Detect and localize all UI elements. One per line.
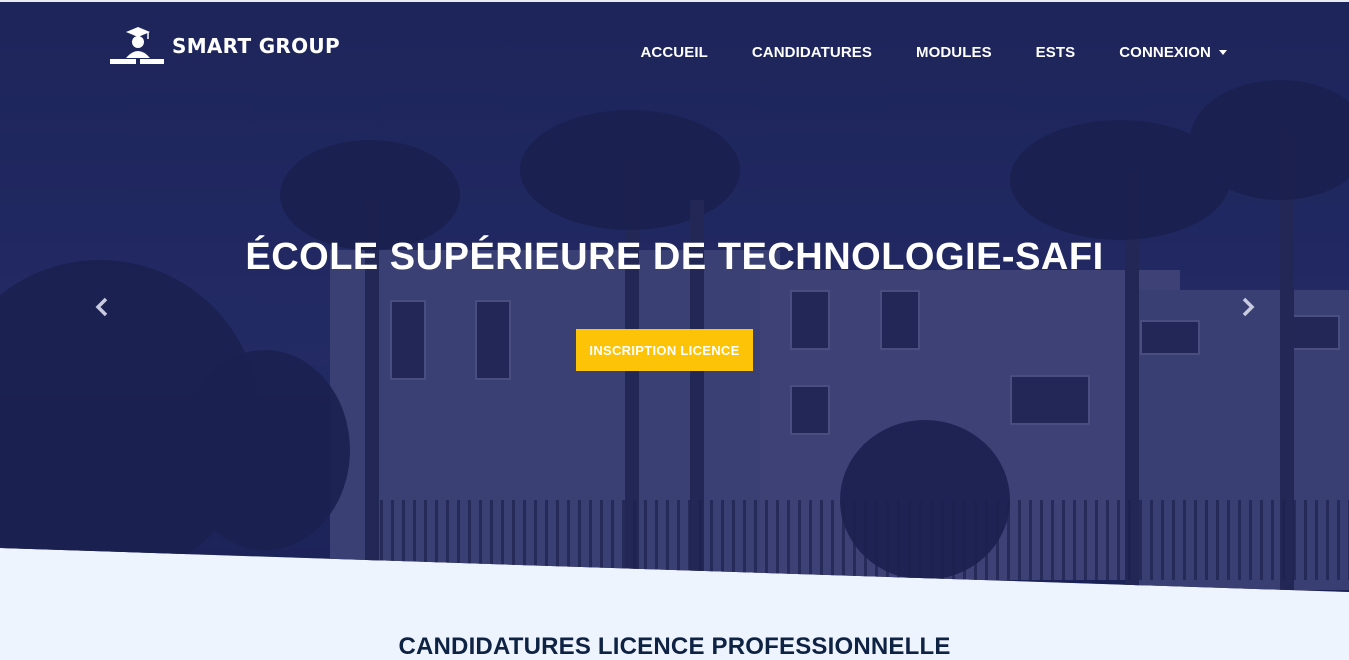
carousel-next-button[interactable] xyxy=(1238,296,1258,318)
inscription-licence-button[interactable]: INSCRIPTION LICENCE xyxy=(576,329,753,371)
chevron-right-icon xyxy=(1242,297,1255,317)
graduate-logo-icon xyxy=(108,26,166,66)
nav-item-modules[interactable]: MODULES xyxy=(916,44,992,61)
hero-title: ÉCOLE SUPÉRIEURE DE TECHNOLOGIE-SAFI xyxy=(245,236,1104,278)
navbar: SMART GROUP ACCUEIL CANDIDATURES MODULES… xyxy=(0,0,1349,100)
chevron-left-icon xyxy=(95,297,108,317)
main-nav: ACCUEIL CANDIDATURES MODULES ESTS CONNEX… xyxy=(641,44,1227,61)
nav-item-connexion[interactable]: CONNEXION xyxy=(1119,44,1227,61)
nav-item-connexion-label: CONNEXION xyxy=(1119,44,1211,61)
caret-down-icon xyxy=(1219,50,1227,55)
brand-name: SMART GROUP xyxy=(172,34,340,58)
nav-item-ests[interactable]: ESTS xyxy=(1036,44,1076,61)
brand-logo-link[interactable]: SMART GROUP xyxy=(108,26,340,66)
section-title: CANDIDATURES LICENCE PROFESSIONNELLE xyxy=(398,633,951,660)
nav-item-candidatures[interactable]: CANDIDATURES xyxy=(752,44,872,61)
nav-item-accueil[interactable]: ACCUEIL xyxy=(641,44,708,61)
carousel-prev-button[interactable] xyxy=(92,296,112,318)
